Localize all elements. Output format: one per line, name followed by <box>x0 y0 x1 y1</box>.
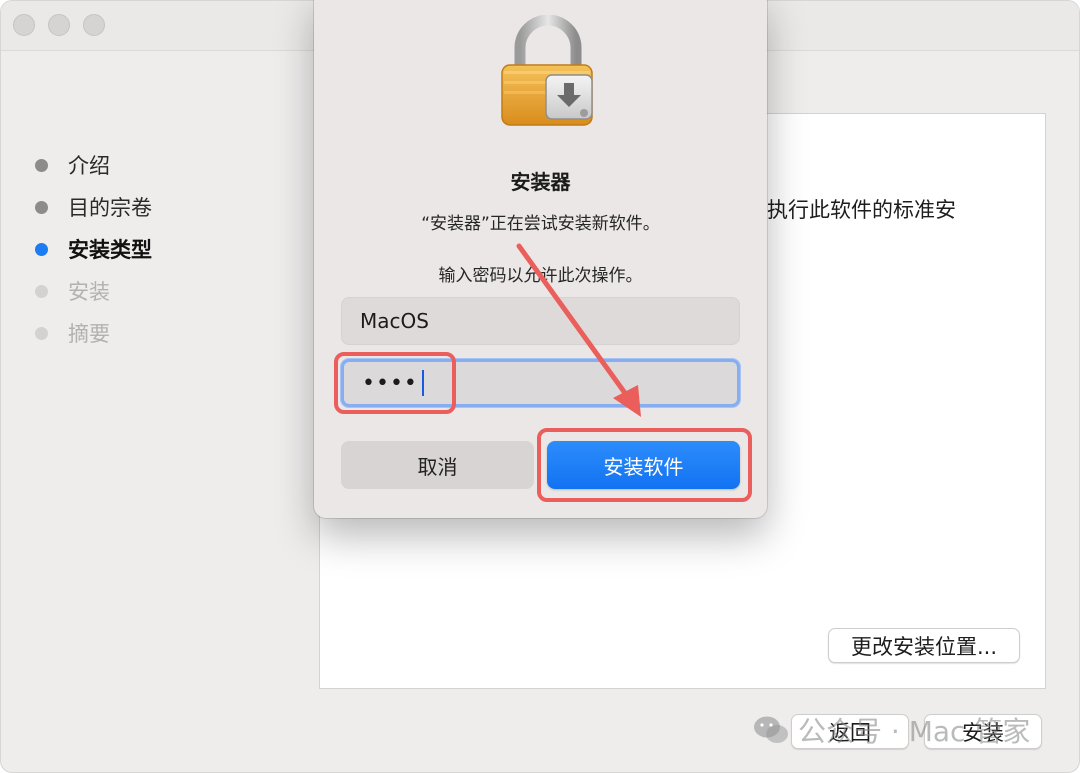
content-description: 执行此软件的标准安 <box>767 198 956 222</box>
change-install-location-button[interactable]: 更改安装位置... <box>828 628 1020 663</box>
password-value: •••• <box>362 370 418 396</box>
dialog-title: 安装器 <box>510 170 571 194</box>
step-label: 摘要 <box>68 322 110 346</box>
step-dot-icon <box>35 326 48 340</box>
lock-installer-icon <box>501 15 593 126</box>
step-installation-type: 安装类型 <box>35 234 152 264</box>
dialog-message: “安装器”正在尝试安装新软件。 <box>421 214 660 234</box>
step-dot-icon <box>35 284 48 298</box>
minimize-window-button[interactable] <box>48 14 70 36</box>
username-value: MacOS <box>360 309 429 333</box>
text-caret <box>421 370 424 396</box>
installer-steps-sidebar: 介绍 目的宗卷 安装类型 安装 摘要 <box>1 51 301 772</box>
step-dot-icon <box>35 158 48 172</box>
step-summary: 摘要 <box>35 318 110 348</box>
step-destination: 目的宗卷 <box>35 192 152 222</box>
step-dot-icon <box>35 242 48 256</box>
watermark-text: 公众号 · Mac 管家 <box>798 715 1031 748</box>
password-field[interactable]: •••• <box>341 359 740 407</box>
step-label: 目的宗卷 <box>68 196 152 220</box>
step-label: 安装 <box>68 280 110 304</box>
close-window-button[interactable] <box>13 14 35 36</box>
cancel-button[interactable]: 取消 <box>341 441 534 489</box>
step-label: 介绍 <box>68 154 110 178</box>
authentication-dialog: 安装器 “安装器”正在尝试安装新软件。 输入密码以允许此次操作。 MacOS •… <box>314 0 767 518</box>
step-introduction: 介绍 <box>35 150 110 180</box>
step-install: 安装 <box>35 276 110 306</box>
wechat-icon <box>754 716 788 743</box>
install-software-button[interactable]: 安装软件 <box>547 441 740 489</box>
dialog-prompt: 输入密码以允许此次操作。 <box>438 266 643 286</box>
watermark: 公众号 · Mac 管家 <box>752 710 1030 750</box>
step-label: 安装类型 <box>68 238 152 262</box>
step-dot-icon <box>35 200 48 214</box>
username-field[interactable]: MacOS <box>341 297 740 345</box>
zoom-window-button[interactable] <box>83 14 105 36</box>
